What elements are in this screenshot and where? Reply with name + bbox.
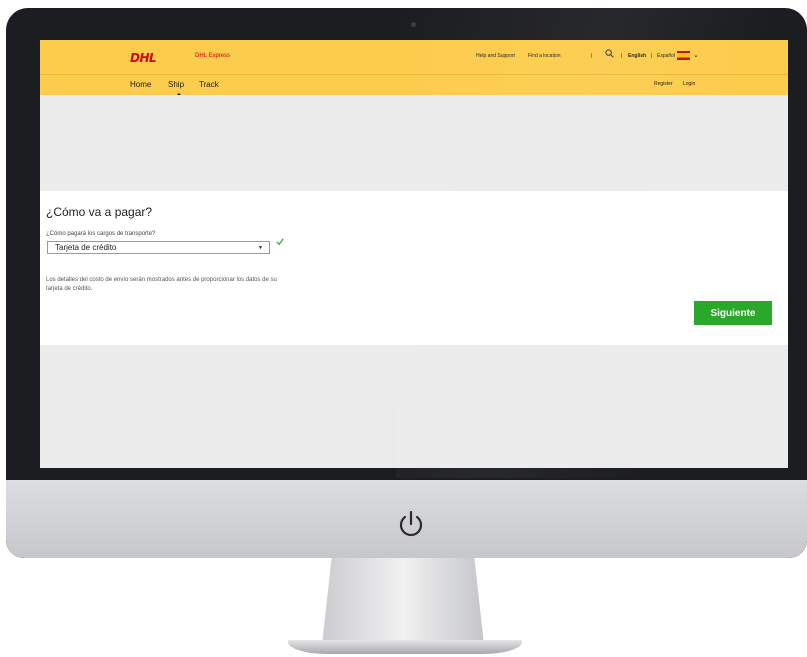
- check-icon: [276, 238, 284, 246]
- chevron-down-icon[interactable]: ⌄: [693, 51, 699, 59]
- browser-screen: DHL DHL Express Help and Support Find a …: [40, 40, 788, 468]
- separator: |: [651, 53, 653, 59]
- header-utility-bar: DHL DHL Express Help and Support Find a …: [40, 40, 788, 75]
- payment-panel: ¿Cómo va a pagar? ¿Cómo pagará los cargo…: [40, 191, 788, 345]
- login-link[interactable]: Login: [683, 81, 695, 87]
- separator: |: [621, 53, 623, 59]
- help-support-link[interactable]: Help and Support: [476, 53, 515, 59]
- logo-subtitle: DHL Express: [195, 53, 231, 59]
- selected-payment-method: Tarjeta de crédito: [55, 243, 117, 252]
- nav-ship[interactable]: Ship: [168, 80, 184, 89]
- main-nav: Home Ship Track Register Login: [40, 75, 788, 95]
- separator: |: [591, 53, 593, 59]
- dhl-logo[interactable]: DHL: [130, 51, 157, 65]
- shipping-cost-note: Los detalles del costo de envío serán mo…: [46, 277, 277, 292]
- monitor-stand-base: [288, 640, 522, 654]
- monitor-frame: DHL DHL Express Help and Support Find a …: [6, 8, 807, 558]
- camera-icon: [411, 22, 416, 27]
- nav-track[interactable]: Track: [199, 80, 219, 89]
- register-link[interactable]: Register: [654, 81, 673, 87]
- spain-flag-icon[interactable]: [677, 51, 690, 60]
- payment-field-label: ¿Cómo pagará los cargos de transporte?: [46, 231, 156, 237]
- dropdown-caret-icon: ▼: [258, 245, 263, 251]
- find-location-link[interactable]: Find a location: [528, 53, 561, 59]
- power-icon: [399, 510, 423, 537]
- search-icon[interactable]: [605, 49, 614, 58]
- active-nav-indicator: [177, 93, 181, 95]
- page-title: ¿Cómo va a pagar?: [46, 205, 153, 219]
- monitor-stand: [321, 558, 485, 650]
- next-button[interactable]: Siguiente: [694, 301, 772, 325]
- payment-method-select[interactable]: Tarjeta de crédito ▼: [47, 241, 270, 254]
- language-english[interactable]: English: [628, 53, 646, 59]
- nav-home[interactable]: Home: [130, 80, 151, 89]
- language-spanish[interactable]: Español: [657, 53, 675, 59]
